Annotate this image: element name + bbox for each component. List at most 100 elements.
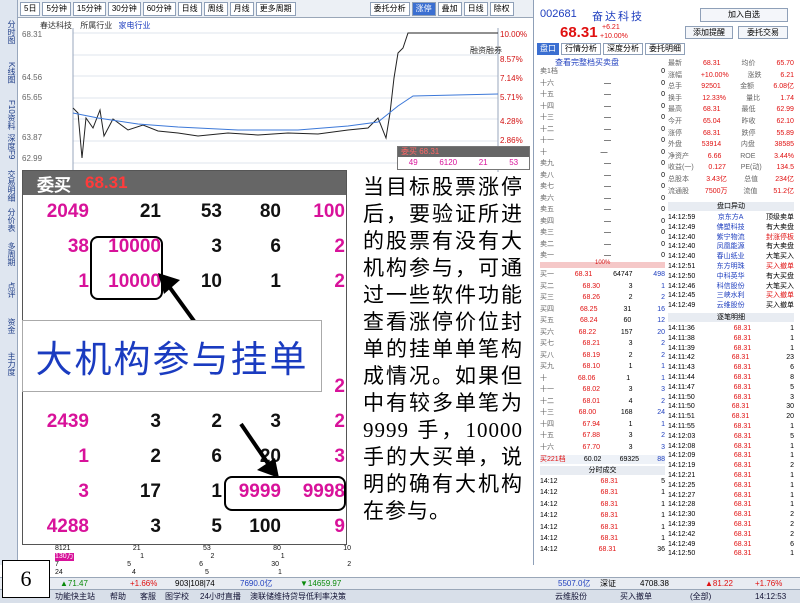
- sell-price: —: [604, 102, 612, 110]
- order-analysis-button[interactable]: 委托分析: [369, 1, 410, 16]
- period-day-button[interactable]: 日线: [177, 1, 202, 16]
- tick-vol: 1: [790, 481, 794, 489]
- ticker-filter[interactable]: (全部): [690, 590, 711, 603]
- buy-vol: 3: [628, 340, 633, 347]
- bid-order-cell: 1: [78, 446, 89, 467]
- add-alert-button[interactable]: 添加提醒: [685, 26, 733, 39]
- period-30min-button[interactable]: 30分钟: [107, 1, 141, 16]
- bid-order-cell: 5: [211, 516, 222, 537]
- period-month-button[interactable]: 月线: [229, 1, 254, 16]
- sell-vol: 0: [661, 183, 665, 190]
- school-button[interactable]: 图学校: [165, 590, 189, 603]
- buy-label: 十四: [540, 420, 554, 428]
- fenshi-row: 14:12 68.31 1: [540, 488, 665, 497]
- bid-order-cell: 53: [200, 201, 222, 222]
- buy-row: 买八 68.19 2 2: [540, 351, 665, 360]
- buy-vol: 3: [628, 443, 633, 451]
- mini-cell: 4: [131, 569, 136, 576]
- help-button[interactable]: 帮助: [110, 590, 126, 603]
- buy-price: 68.30: [582, 282, 601, 290]
- stat-label: 最低: [741, 106, 756, 114]
- tab-fenshi[interactable]: 分时图: [1, 20, 16, 44]
- pankou-row[interactable]: 14:12:40 紫宁物流 封涨停板: [668, 233, 794, 243]
- period-5min-button[interactable]: 5分钟: [42, 1, 71, 16]
- bid-order-cell: 2: [334, 411, 345, 432]
- period-15min-button[interactable]: 15分钟: [72, 1, 106, 16]
- tick-row: 14:12:50 68.31 1: [668, 549, 794, 559]
- daily-button[interactable]: 日线: [463, 1, 488, 16]
- index-turnover: 7690.0亿: [240, 579, 273, 588]
- tick-time: 14:12:25: [668, 481, 696, 489]
- period-week-button[interactable]: 周线: [203, 1, 228, 16]
- buy-vol: 31: [623, 305, 632, 313]
- tick-vol: 1: [790, 472, 794, 479]
- period-60min-button[interactable]: 60分钟: [142, 1, 176, 16]
- tab-trade-detail[interactable]: 交易明细: [1, 170, 16, 202]
- bid-order-cell: 100: [313, 201, 345, 222]
- chart-industry-value: 家电行业: [118, 21, 151, 30]
- sell-label: 十三: [540, 114, 554, 121]
- ex-rights-button[interactable]: 除权: [489, 1, 514, 16]
- mini-order-cell: 49: [408, 158, 418, 167]
- limit-up-button[interactable]: 涨停: [411, 1, 436, 16]
- tab-main-force[interactable]: 主力度: [1, 352, 16, 376]
- tab-price-table[interactable]: 分价表: [1, 208, 16, 232]
- live-button[interactable]: 24小时直播: [200, 590, 241, 603]
- sell-row: 十 — 0: [540, 149, 665, 157]
- tab-depth[interactable]: 深度F9: [1, 134, 16, 159]
- tab-order-detail[interactable]: 委托明细: [645, 43, 685, 55]
- sell-label: 十六: [540, 79, 554, 87]
- fenshi-time: 14:12: [540, 512, 558, 520]
- tab-depth-analysis[interactable]: 深度分析: [603, 43, 643, 55]
- tab-funds[interactable]: 资金: [1, 318, 16, 334]
- pankou-row[interactable]: 14:12:45 三峡水利 买入撤单: [668, 291, 794, 301]
- trade-button[interactable]: 委托交易: [738, 26, 788, 39]
- tick-price: 68.31: [733, 472, 752, 479]
- bid-order-cell: 3: [150, 411, 161, 432]
- pankou-stock: 中科英华: [716, 272, 745, 280]
- tab-comment[interactable]: 点评: [1, 282, 16, 298]
- more-periods-button[interactable]: 更多周期: [255, 1, 296, 16]
- mini-cell: 1: [278, 569, 282, 576]
- main-station-button[interactable]: 功能快主站: [55, 590, 95, 603]
- pankou-row[interactable]: 14:12:59 京东方A 顶级卖单: [668, 213, 794, 223]
- sell-price: —: [604, 252, 612, 259]
- pankou-row[interactable]: 14:12:40 春山纸业 大笔买入: [668, 252, 794, 262]
- tick-vol: 6: [790, 540, 794, 548]
- sell-label: 卖三: [540, 229, 554, 236]
- tab-kline[interactable]: K线图: [1, 62, 16, 83]
- fenshi-title: 分时成交: [540, 466, 665, 475]
- sell-vol: 0: [661, 68, 665, 75]
- news-ticker[interactable]: 澳联储维持贷导低利率决策: [250, 590, 346, 603]
- service-button[interactable]: 客服: [140, 590, 156, 603]
- sell-label: 卖一: [540, 252, 554, 259]
- pankou-time: 14:12:49: [668, 223, 696, 231]
- overlay-button[interactable]: 叠加: [437, 1, 462, 16]
- pankou-row[interactable]: 14:12:49 佛塑科技 有大卖盘: [668, 223, 794, 233]
- pankou-row[interactable]: 14:12:51 东方明珠 买入撤单: [668, 262, 794, 272]
- buy-label: 买七: [540, 340, 554, 347]
- buy-row: 十三 68.00 168 24: [540, 408, 665, 417]
- add-watchlist-button[interactable]: 加入自选: [700, 8, 788, 22]
- stat-value: 55.89: [776, 129, 794, 137]
- tab-f10[interactable]: F10资料: [1, 100, 16, 130]
- stat-value: 3.44%: [774, 152, 794, 160]
- period-5day-button[interactable]: 5日: [20, 1, 41, 16]
- index-pct: +1.66%: [130, 579, 158, 588]
- tab-multi-period[interactable]: 多周期: [1, 242, 16, 266]
- buy-price: 68.24: [579, 317, 598, 324]
- full-orderbook-link[interactable]: 查看完整档买卖盘: [555, 57, 619, 68]
- stat-row: 涨幅 +10.00% 涨跌 6.21: [668, 72, 794, 80]
- tick-vol: 3: [790, 393, 794, 401]
- tick-price: 68.31: [733, 432, 752, 440]
- buy-count: 1: [661, 374, 665, 382]
- tab-market-analysis[interactable]: 行情分析: [561, 43, 601, 55]
- pankou-row[interactable]: 14:12:49 云维股份 买入撤单: [668, 301, 794, 311]
- tab-pankou[interactable]: 盘口: [537, 43, 559, 55]
- pankou-row[interactable]: 14:12:50 中科英华 有大买盘: [668, 272, 794, 282]
- buy-row: 十 68.06 1 1: [540, 374, 665, 383]
- pankou-row[interactable]: 14:12:46 科信股份 大笔买入: [668, 282, 794, 292]
- stat-label: 换手: [668, 94, 682, 102]
- tick-row: 14:11:50 68.31 3: [668, 393, 794, 403]
- pankou-row[interactable]: 14:12:40 凤凰能源 有大卖盘: [668, 242, 794, 252]
